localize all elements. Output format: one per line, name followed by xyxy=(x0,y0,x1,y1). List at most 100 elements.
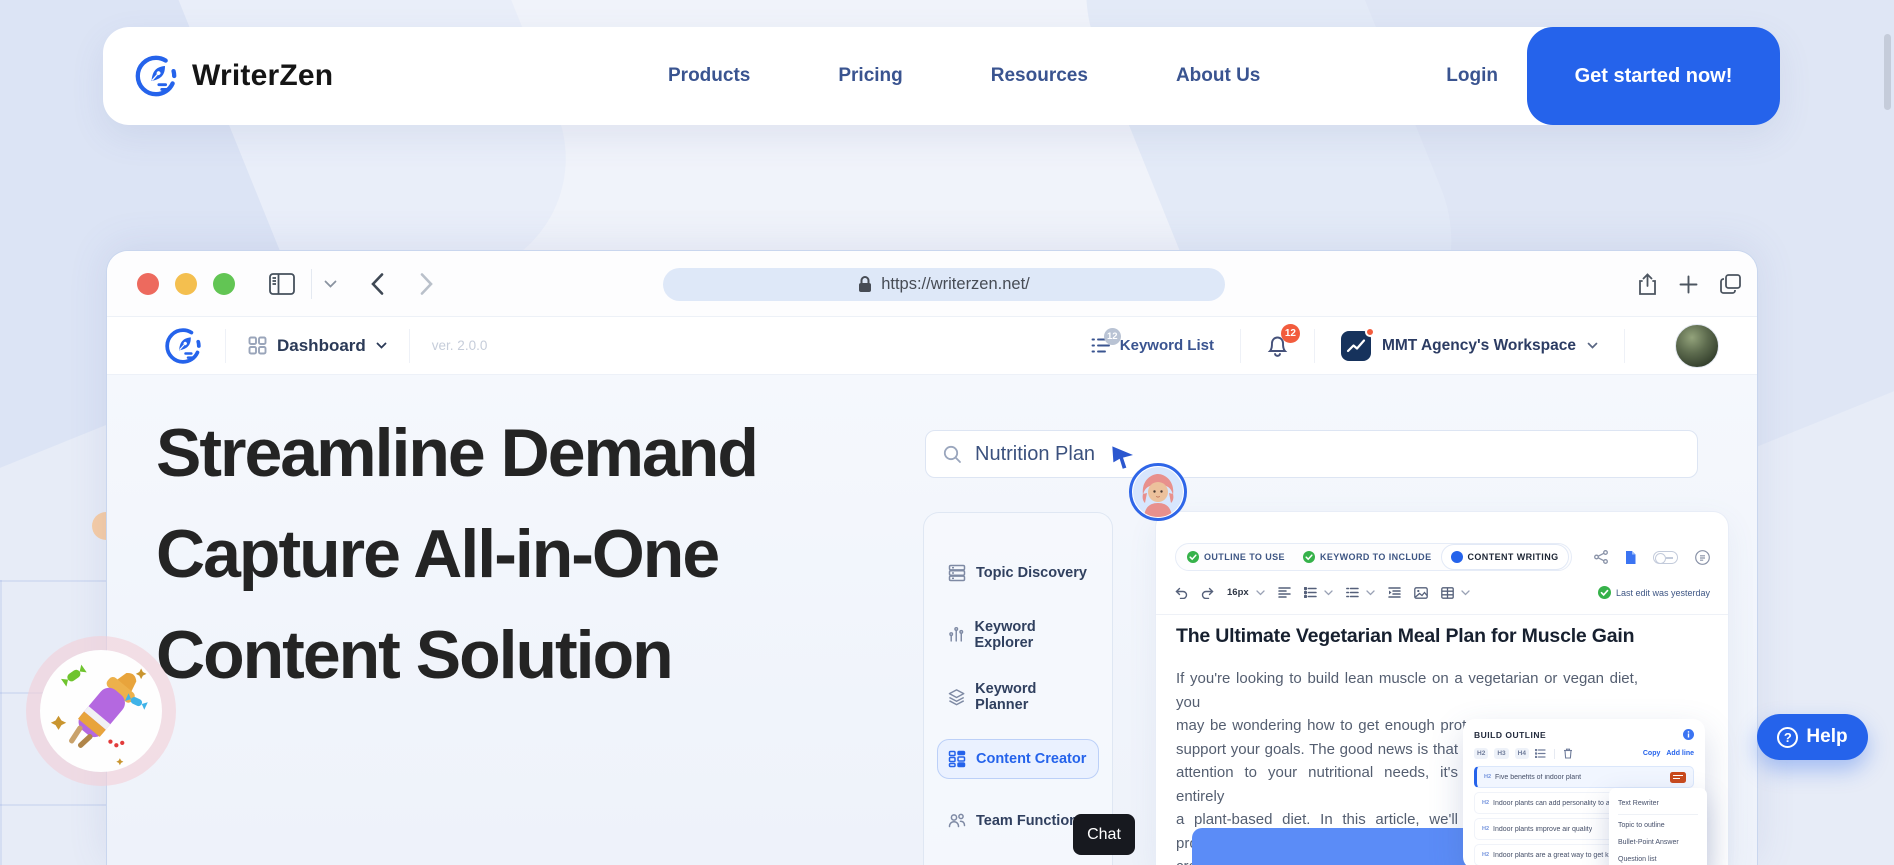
nav-link-pricing[interactable]: Pricing xyxy=(838,65,902,87)
outline-item[interactable]: H2 Five benefits of indoor plant xyxy=(1474,766,1694,788)
badge-label: OUTLINE TO USE xyxy=(1204,552,1285,562)
keyword-list-button[interactable]: 12 Keyword List xyxy=(1091,328,1214,354)
login-link[interactable]: Login xyxy=(1446,65,1498,87)
add-line-button[interactable]: Add line xyxy=(1666,750,1694,757)
chrome-actions xyxy=(1638,251,1741,317)
sidebar-item-keyword-planner[interactable]: Keyword Planner xyxy=(937,677,1099,717)
divider xyxy=(1553,748,1555,759)
minimize-window-button[interactable] xyxy=(175,272,197,295)
divider xyxy=(1156,614,1728,615)
party-popper-icon xyxy=(50,664,148,766)
redo-icon[interactable] xyxy=(1201,587,1214,599)
url-text: https://writerzen.net/ xyxy=(881,275,1030,293)
table-icon[interactable] xyxy=(1440,586,1454,599)
search-bar xyxy=(925,430,1698,478)
user-avatar[interactable] xyxy=(1675,323,1719,368)
dashboard-menu-trigger[interactable]: Dashboard xyxy=(248,336,387,356)
bullet-list-icon[interactable] xyxy=(1303,587,1317,598)
sidebar-toggle-icon[interactable] xyxy=(269,272,295,295)
nav-link-products[interactable]: Products xyxy=(668,65,750,87)
collaborator-cursor xyxy=(1111,445,1187,521)
indent-icon[interactable] xyxy=(1387,587,1401,598)
menu-item-question-list[interactable]: Question list xyxy=(1618,851,1698,865)
zoom-window-button[interactable] xyxy=(213,272,235,295)
page-scrollbar-thumb[interactable] xyxy=(1884,34,1891,110)
get-started-button[interactable]: Get started now! xyxy=(1527,27,1780,125)
nav-link-resources[interactable]: Resources xyxy=(991,65,1088,87)
list-icon[interactable] xyxy=(1534,749,1546,758)
outline-to-use-badge[interactable]: OUTLINE TO USE xyxy=(1178,551,1294,563)
copy-button[interactable]: Copy xyxy=(1643,750,1661,757)
menu-item-text-rewriter[interactable]: Text Rewriter xyxy=(1618,795,1698,812)
chevron-down-icon[interactable] xyxy=(1324,589,1333,596)
font-size-select[interactable]: 16px xyxy=(1227,587,1249,598)
sidebar-item-label: Team Function xyxy=(976,813,1079,829)
share-nodes-icon[interactable] xyxy=(1594,550,1608,564)
keyword-to-include-badge[interactable]: KEYWORD TO INCLUDE xyxy=(1294,551,1441,563)
h2-flag-badge[interactable] xyxy=(1670,771,1686,783)
document-icon[interactable] xyxy=(1625,550,1636,564)
h2-button[interactable]: H2 xyxy=(1474,748,1489,759)
pointer-cursor-icon xyxy=(1112,446,1133,469)
workspace-alert-dot xyxy=(1364,326,1375,337)
check-circle-icon xyxy=(1302,551,1315,563)
undo-icon[interactable] xyxy=(1175,587,1188,599)
keyword-list-icon: 12 xyxy=(1091,328,1121,354)
chat-tooltip[interactable]: Chat xyxy=(1073,814,1135,855)
editor-status-row: OUTLINE TO USE KEYWORD TO INCLUDE CONTEN… xyxy=(1175,543,1710,571)
help-button[interactable]: ? Help xyxy=(1757,714,1868,760)
info-icon[interactable] xyxy=(1683,729,1694,740)
chevron-down-icon[interactable] xyxy=(1366,589,1375,596)
numbered-list-icon[interactable] xyxy=(1345,587,1359,598)
brand[interactable]: WriterZen xyxy=(133,53,333,99)
search-input[interactable] xyxy=(975,442,1575,466)
address-bar[interactable]: https://writerzen.net/ xyxy=(663,268,1225,301)
check-circle-icon xyxy=(1187,551,1199,563)
sidebar-item-keyword-explorer[interactable]: Keyword Explorer xyxy=(937,615,1099,655)
chevron-down-icon[interactable] xyxy=(324,280,337,288)
notifications-button[interactable]: 12 xyxy=(1267,324,1300,357)
chevron-down-icon[interactable] xyxy=(1461,589,1470,596)
workspace-switcher[interactable]: MMT Agency's Workspace xyxy=(1340,326,1598,361)
hero-heading-line: Content Solution xyxy=(156,617,674,693)
content-writing-badge[interactable]: CONTENT WRITING xyxy=(1440,544,1569,570)
hero-heading-line: Capture All-in-One xyxy=(156,516,720,592)
document-title: The Ultimate Vegetarian Meal Plan for Mu… xyxy=(1176,625,1635,647)
writerzen-logo-icon xyxy=(133,53,179,99)
menu-item-bullet-point-answer[interactable]: Bullet-Point Answer xyxy=(1618,834,1698,851)
toggle-switch[interactable] xyxy=(1653,550,1678,564)
team-function-icon xyxy=(948,813,966,828)
collaborator-avatar xyxy=(1129,463,1187,521)
sidebar-item-topic-discovery[interactable]: Topic Discovery xyxy=(937,553,1099,593)
writerzen-app-logo-icon[interactable] xyxy=(163,326,203,366)
align-left-icon[interactable] xyxy=(1277,587,1291,598)
image-icon[interactable] xyxy=(1413,586,1428,599)
outline-toolbar: H2 H3 H4 Copy Add line xyxy=(1474,748,1694,759)
divider xyxy=(1618,814,1698,815)
tab-overview-icon[interactable] xyxy=(1720,274,1741,294)
build-outline-title: BUILD OUTLINE xyxy=(1474,729,1547,740)
keyword-explorer-icon xyxy=(949,626,964,642)
circled-doc-icon[interactable] xyxy=(1695,549,1710,565)
close-window-button[interactable] xyxy=(137,272,159,295)
tools-sidebar: Topic Discovery Keyword Explorer Keyword… xyxy=(923,512,1113,865)
new-tab-icon[interactable] xyxy=(1679,275,1698,294)
outline-item-text: Indoor plants improve air quality xyxy=(1493,825,1593,833)
editor-quick-actions xyxy=(1594,549,1710,565)
document-body-line: If you're looking to build lean muscle o… xyxy=(1176,670,1638,711)
h4-button[interactable]: H4 xyxy=(1514,748,1529,759)
back-button[interactable] xyxy=(371,272,384,295)
menu-item-topic-to-outline[interactable]: Topic to outline xyxy=(1618,817,1698,834)
dashboard-label: Dashboard xyxy=(277,335,366,355)
app-version: ver. 2.0.0 xyxy=(431,338,488,353)
sidebar-item-content-creator[interactable]: Content Creator xyxy=(937,739,1099,779)
nav-link-about-us[interactable]: About Us xyxy=(1176,65,1260,87)
outline-item-text: Five benefits of indoor plant xyxy=(1495,773,1582,781)
share-icon[interactable] xyxy=(1638,272,1657,296)
forward-button[interactable] xyxy=(420,272,433,295)
trash-icon[interactable] xyxy=(1563,748,1573,759)
question-mark-icon: ? xyxy=(1777,726,1799,748)
chevron-down-icon[interactable] xyxy=(1256,589,1265,596)
heading-tag: H2 xyxy=(1482,800,1490,806)
h3-button[interactable]: H3 xyxy=(1494,748,1509,759)
